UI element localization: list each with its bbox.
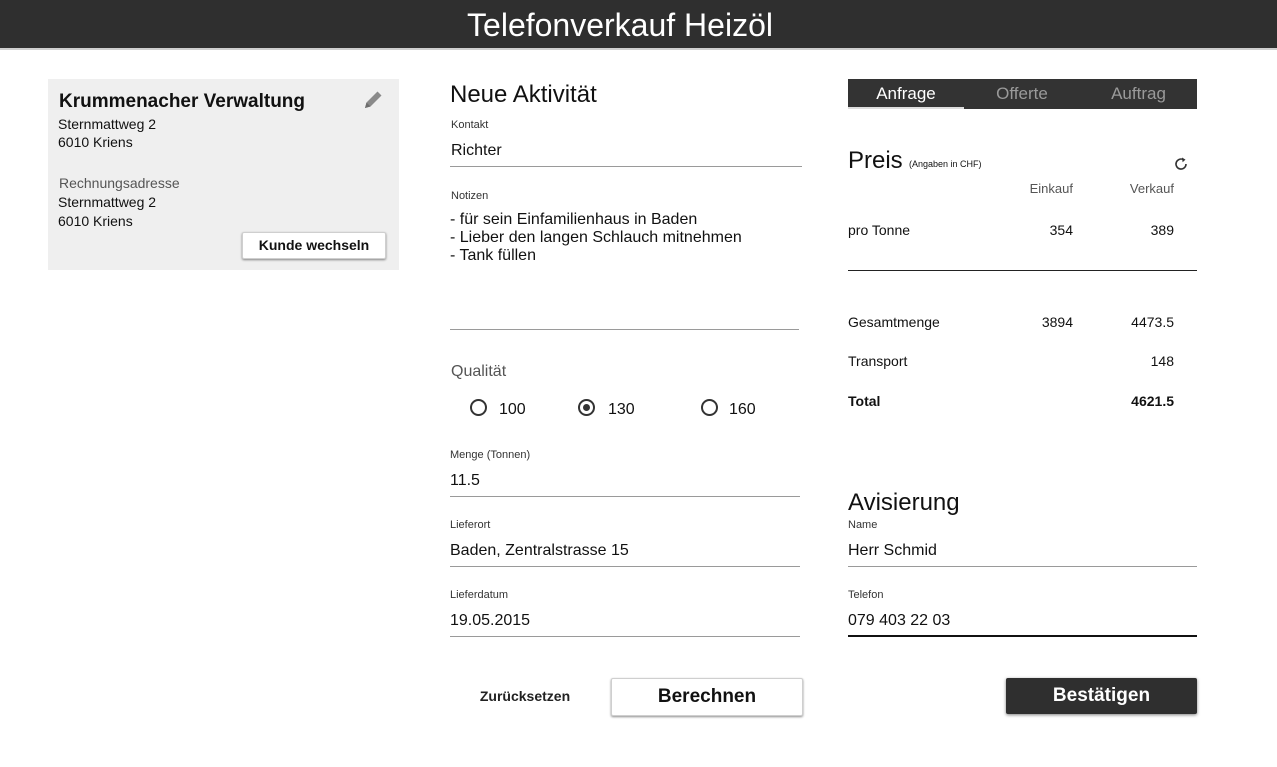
amount-label: Menge (Tonnen) (450, 449, 531, 461)
total-amount-sale: 4473.5 (1131, 314, 1174, 330)
calculate-button[interactable]: Berechnen (611, 678, 803, 716)
tab-auftrag[interactable]: Auftrag (1080, 79, 1197, 109)
total-amount-purchase: 3894 (1041, 314, 1073, 330)
per-ton-sale: 389 (1150, 222, 1174, 238)
customer-name: Krummenacher Verwaltung (59, 91, 306, 112)
app-title: Telefonverkauf Heizöl (467, 7, 773, 43)
date-input[interactable]: 19.05.2015 (450, 612, 800, 630)
notes-label: Notizen (451, 190, 489, 202)
location-label: Lieferort (450, 519, 491, 531)
quality-radio-130[interactable] (578, 399, 595, 416)
notice-name-label: Name (848, 519, 878, 531)
location-input[interactable]: Baden, Zentralstrasse 15 (450, 542, 800, 560)
amount-underline (450, 496, 800, 497)
contact-underline (450, 166, 802, 167)
amount-input[interactable]: 11.5 (450, 472, 800, 490)
confirm-button[interactable]: Bestätigen (1006, 678, 1197, 714)
tab-anfrage[interactable]: Anfrage (848, 79, 964, 109)
pencil-icon[interactable] (361, 88, 385, 112)
tab-offerte[interactable]: Offerte (964, 79, 1080, 109)
notice-phone-label: Telefon (848, 589, 884, 601)
total-amount-label: Gesamtmenge (848, 314, 940, 330)
notice-title: Avisierung (848, 489, 960, 516)
reset-button[interactable]: Zurücksetzen (470, 688, 580, 704)
quality-radio-160[interactable] (701, 399, 718, 416)
transport-sale: 148 (1150, 353, 1174, 369)
location-underline (450, 566, 800, 567)
billing-city: 6010 Kriens (58, 213, 133, 229)
total-label: Total (848, 393, 881, 409)
quality-radio-100[interactable] (470, 399, 487, 416)
per-ton-purchase: 354 (1049, 222, 1073, 238)
contact-label: Kontakt (451, 119, 489, 131)
billing-street: Sternmattweg 2 (58, 194, 157, 210)
per-ton-label: pro Tonne (848, 222, 911, 238)
customer-city: 6010 Kriens (58, 134, 133, 150)
date-underline (450, 636, 800, 637)
contact-input[interactable]: Richter (451, 142, 801, 160)
notice-name-underline (848, 566, 1197, 567)
status-tabs: Anfrage Offerte Auftrag (848, 79, 1197, 109)
price-currency-note: (Angaben in CHF) (909, 159, 982, 169)
col-sale-header: Verkauf (1129, 181, 1174, 196)
customer-street: Sternmattweg 2 (58, 116, 157, 132)
notice-phone-underline (848, 635, 1197, 637)
quality-option-130: 130 (608, 401, 635, 418)
total-sale: 4621.5 (1131, 393, 1174, 409)
billing-address-label: Rechnungsadresse (59, 175, 180, 191)
notes-underline (450, 329, 799, 330)
app-header: Telefonverkauf Heizöl (0, 0, 1277, 50)
form-title: Neue Aktivität (450, 81, 597, 108)
quality-option-160: 160 (729, 401, 756, 418)
notice-name-input[interactable]: Herr Schmid (848, 542, 1197, 560)
notes-textarea[interactable]: - für sein Einfamilienhaus in Baden - Li… (450, 211, 800, 265)
customer-card: Krummenacher Verwaltung Sternmattweg 2 6… (48, 79, 399, 270)
date-label: Lieferdatum (450, 589, 509, 601)
notice-phone-input[interactable]: 079 403 22 03 (848, 612, 1197, 630)
price-divider (848, 270, 1197, 271)
col-purchase-header: Einkauf (1029, 181, 1073, 196)
price-title: Preis (848, 147, 903, 174)
quality-label: Qualität (451, 363, 507, 380)
transport-label: Transport (848, 353, 908, 369)
refresh-icon[interactable] (1172, 155, 1190, 173)
quality-option-100: 100 (499, 401, 526, 418)
change-customer-button[interactable]: Kunde wechseln (242, 232, 386, 259)
